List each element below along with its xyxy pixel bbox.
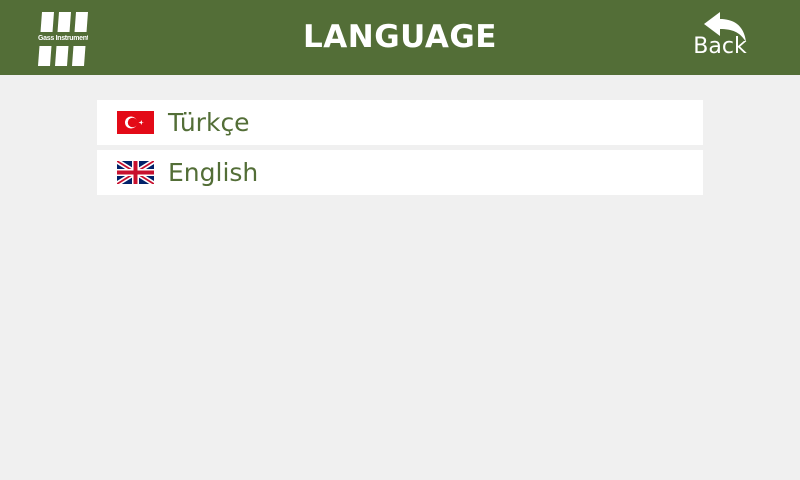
language-list: Türkçe English bbox=[97, 100, 703, 200]
language-label: English bbox=[168, 158, 259, 187]
uk-flag-icon bbox=[117, 161, 154, 184]
back-button[interactable]: Back bbox=[680, 10, 760, 68]
language-item-turkish[interactable]: Türkçe bbox=[97, 100, 703, 145]
page-title: LANGUAGE bbox=[303, 19, 497, 55]
header-bar: Gass Instruments LANGUAGE Back bbox=[0, 0, 800, 75]
language-label: Türkçe bbox=[168, 108, 250, 137]
language-item-english[interactable]: English bbox=[97, 150, 703, 195]
company-logo: Gass Instruments bbox=[38, 12, 88, 66]
back-label: Back bbox=[693, 34, 747, 59]
logo-text: Gass Instruments bbox=[38, 32, 88, 46]
turkey-flag-icon bbox=[117, 111, 154, 134]
